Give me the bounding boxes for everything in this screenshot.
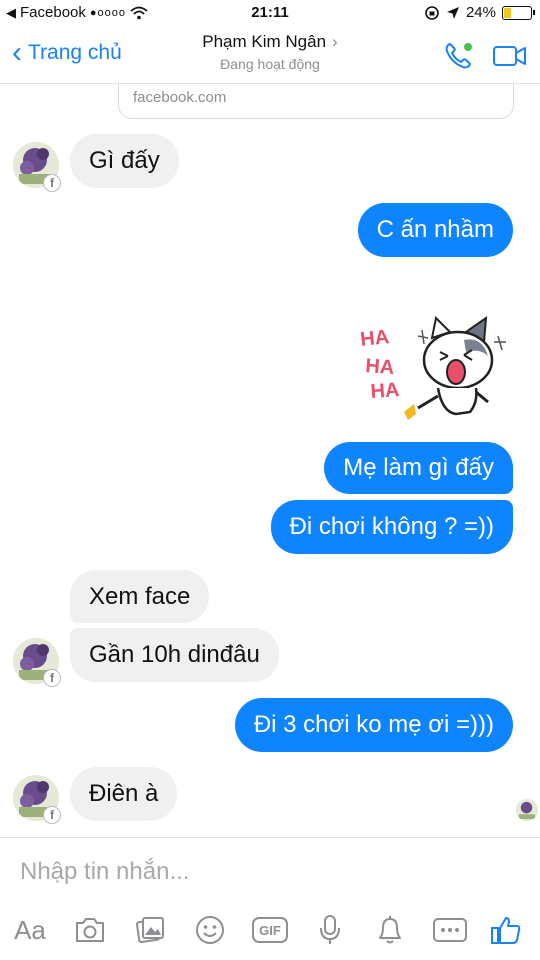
more-icon[interactable]: [430, 912, 470, 948]
message-bubble-outgoing[interactable]: C ấn nhầm: [357, 203, 513, 257]
chevron-right-icon: ›: [332, 32, 338, 51]
thumbs-up-icon[interactable]: [488, 912, 524, 948]
message-input[interactable]: [20, 852, 500, 892]
bell-icon[interactable]: [372, 912, 408, 948]
battery-icon: [502, 5, 535, 20]
microphone-icon[interactable]: [312, 912, 348, 948]
contact-title[interactable]: Phạm Kim Ngân › Đang hoạt động: [150, 32, 390, 72]
svg-text:HA: HA: [365, 355, 395, 379]
chevron-left-icon: ‹: [12, 36, 22, 69]
battery-percent: 24%: [465, 4, 496, 21]
text-format-button[interactable]: Aa: [12, 912, 48, 948]
contact-status: Đang hoạt động: [220, 56, 320, 72]
battery-fill: [504, 7, 511, 18]
link-preview-card[interactable]: facebook.com: [118, 84, 514, 119]
seen-avatar-image: [516, 799, 538, 821]
message-bubble-outgoing[interactable]: Đi chơi không ? =)): [270, 500, 513, 554]
emoji-icon[interactable]: [192, 912, 228, 948]
gallery-icon[interactable]: [132, 912, 168, 948]
message-bubble-incoming[interactable]: Xem face: [70, 570, 210, 623]
composer-toolbar: Aa GIF: [0, 908, 540, 952]
back-label: Trang chủ: [28, 41, 122, 64]
svg-text:HA: HA: [370, 379, 400, 403]
facebook-badge-icon: f: [43, 669, 61, 687]
status-right: 24%: [424, 4, 535, 21]
haha-cat-sticker[interactable]: HA HA HA: [358, 315, 518, 426]
link-domain: facebook.com: [133, 89, 227, 106]
phone-call-icon[interactable]: [442, 40, 474, 72]
seen-indicator-avatar: [516, 799, 538, 821]
facebook-badge-icon: f: [43, 174, 61, 192]
location-arrow-icon: [446, 6, 459, 19]
message-composer: Aa GIF: [0, 837, 540, 960]
status-bar: ◀ Facebook ●oooo 21:11 24%: [0, 0, 540, 26]
message-bubble-outgoing[interactable]: Đi 3 chơi ko mẹ ơi =))): [234, 698, 513, 752]
contact-name: Phạm Kim Ngân: [202, 32, 327, 51]
svg-text:GIF: GIF: [259, 923, 281, 938]
message-bubble-incoming[interactable]: Gì đấy: [70, 134, 179, 188]
message-bubble-incoming[interactable]: Gần 10h dinđâu: [70, 628, 279, 682]
gif-icon[interactable]: GIF: [250, 912, 290, 948]
conversation-header: ‹ Trang chủ Phạm Kim Ngân › Đang hoạt độn…: [0, 26, 540, 84]
contact-name-row: Phạm Kim Ngân ›: [150, 32, 390, 52]
message-bubble-outgoing[interactable]: Mẹ làm gì đấy: [324, 442, 513, 494]
sticker-image: HA HA HA: [359, 315, 506, 420]
video-call-icon[interactable]: [492, 42, 528, 70]
back-button[interactable]: ‹ Trang chủ: [12, 38, 122, 68]
message-bubble-incoming[interactable]: Điên à: [70, 767, 178, 821]
header-actions: [442, 40, 528, 72]
camera-icon[interactable]: [72, 912, 108, 948]
svg-text:HA: HA: [359, 326, 390, 351]
rotation-lock-icon: [425, 5, 439, 20]
facebook-badge-icon: f: [43, 806, 61, 824]
